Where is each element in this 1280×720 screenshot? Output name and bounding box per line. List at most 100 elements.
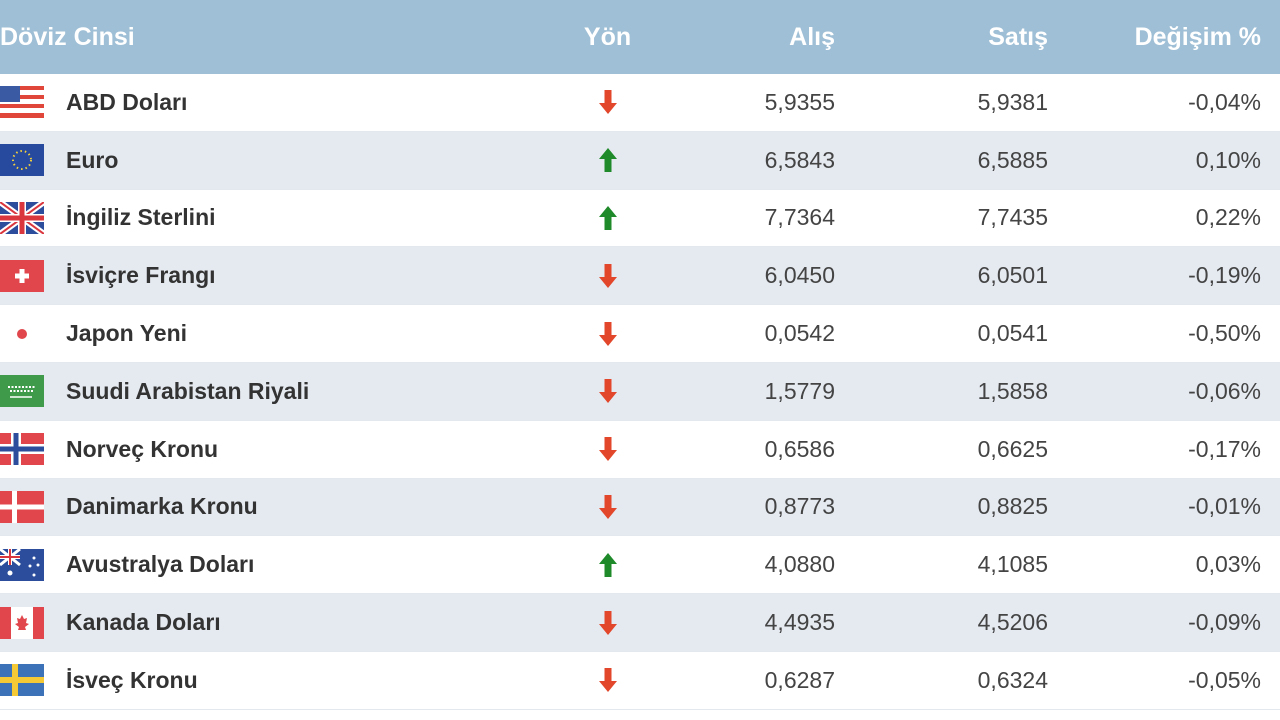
currency-cell: Avustralya Doları — [0, 549, 520, 581]
buy-rate: 0,8773 — [764, 493, 835, 520]
currency-name: İsveç Kronu — [66, 666, 198, 693]
japan-flag-icon — [0, 318, 44, 350]
currency-cell: Kanada Doları — [0, 607, 520, 639]
table-row[interactable]: İsviçre Frangı 6,0450 6,0501 -0,19% — [0, 247, 1280, 306]
currency-name: Avustralya Doları — [66, 551, 255, 578]
buy-rate: 7,7364 — [764, 204, 835, 231]
arrow-down-icon — [597, 610, 619, 636]
change-percent: 0,10% — [1195, 146, 1261, 173]
change-percent: -0,05% — [1188, 666, 1261, 693]
sweden-flag-icon — [0, 664, 44, 696]
currency-cell: İngiliz Sterlini — [0, 202, 520, 234]
us-flag-icon — [0, 86, 44, 118]
change-percent: -0,19% — [1188, 262, 1261, 289]
change-percent: 0,22% — [1195, 204, 1261, 231]
norway-flag-icon — [0, 433, 44, 465]
table-row[interactable]: Euro 6,5843 6,5885 0,10% — [0, 131, 1280, 190]
currency-cell: Euro — [0, 144, 520, 176]
arrow-down-icon — [597, 263, 619, 289]
currency-cell: Danimarka Kronu — [0, 491, 520, 523]
column-header-change[interactable]: Değişim % — [1048, 23, 1261, 52]
direction-cell — [520, 205, 695, 231]
table-body: ABD Doları 5,9355 5,9381 -0,04% Euro 6,5… — [0, 74, 1280, 710]
change-percent: -0,01% — [1188, 493, 1261, 520]
currency-cell: ABD Doları — [0, 86, 520, 118]
arrow-up-icon — [597, 205, 619, 231]
sell-rate: 4,1085 — [977, 551, 1048, 578]
table-row[interactable]: Danimarka Kronu 0,8773 0,8825 -0,01% — [0, 478, 1280, 537]
direction-cell — [520, 667, 695, 693]
sell-rate: 0,6625 — [977, 435, 1048, 462]
currency-cell: İsviçre Frangı — [0, 260, 520, 292]
column-header-direction[interactable]: Yön — [520, 23, 695, 52]
direction-cell — [520, 321, 695, 347]
currency-table: Döviz Cinsi Yön Alış Satış Değişim % ABD… — [0, 0, 1280, 710]
denmark-flag-icon — [0, 491, 44, 523]
buy-rate: 0,6586 — [764, 435, 835, 462]
sell-rate: 0,0541 — [977, 320, 1048, 347]
direction-cell — [520, 89, 695, 115]
table-row[interactable]: Japon Yeni 0,0542 0,0541 -0,50% — [0, 305, 1280, 363]
sell-rate: 0,8825 — [977, 493, 1048, 520]
sell-rate: 0,6324 — [977, 666, 1048, 693]
table-row[interactable]: Suudi Arabistan Riyali 1,5779 1,5858 -0,… — [0, 362, 1280, 421]
currency-cell: Norveç Kronu — [0, 433, 520, 465]
currency-name: Norveç Kronu — [66, 435, 219, 462]
direction-cell — [520, 610, 695, 636]
saudi-flag-icon — [0, 375, 44, 407]
currency-name: ABD Doları — [66, 88, 188, 115]
arrow-up-icon — [597, 147, 619, 173]
direction-cell — [520, 378, 695, 404]
buy-rate: 6,5843 — [764, 146, 835, 173]
table-row[interactable]: Kanada Doları 4,4935 4,5206 -0,09% — [0, 594, 1280, 652]
buy-rate: 5,9355 — [764, 88, 835, 115]
column-header-buy[interactable]: Alış — [695, 23, 835, 52]
table-header: Döviz Cinsi Yön Alış Satış Değişim % — [0, 0, 1280, 74]
currency-cell: İsveç Kronu — [0, 664, 520, 696]
buy-rate: 1,5779 — [764, 377, 835, 404]
sell-rate: 6,5885 — [977, 146, 1048, 173]
buy-rate: 0,0542 — [764, 320, 835, 347]
arrow-down-icon — [597, 89, 619, 115]
currency-cell: Suudi Arabistan Riyali — [0, 375, 520, 407]
change-percent: -0,04% — [1188, 88, 1261, 115]
table-row[interactable]: Avustralya Doları 4,0880 4,1085 0,03% — [0, 536, 1280, 595]
currency-name: İngiliz Sterlini — [66, 204, 216, 231]
table-row[interactable]: İsveç Kronu 0,6287 0,6324 -0,05% — [0, 652, 1280, 710]
swiss-flag-icon — [0, 260, 44, 292]
currency-name: İsviçre Frangı — [66, 262, 216, 289]
buy-rate: 0,6287 — [764, 666, 835, 693]
column-header-sell[interactable]: Satış — [835, 23, 1048, 52]
direction-cell — [520, 494, 695, 520]
uk-flag-icon — [0, 202, 44, 234]
buy-rate: 4,0880 — [764, 551, 835, 578]
currency-cell: Japon Yeni — [0, 318, 520, 350]
sell-rate: 1,5858 — [977, 377, 1048, 404]
direction-cell — [520, 436, 695, 462]
sell-rate: 6,0501 — [977, 262, 1048, 289]
change-percent: -0,50% — [1188, 320, 1261, 347]
table-row[interactable]: İngiliz Sterlini 7,7364 7,7435 0,22% — [0, 190, 1280, 248]
arrow-down-icon — [597, 321, 619, 347]
currency-name: Suudi Arabistan Riyali — [66, 377, 310, 404]
direction-cell — [520, 263, 695, 289]
direction-cell — [520, 552, 695, 578]
arrow-up-icon — [597, 552, 619, 578]
arrow-down-icon — [597, 494, 619, 520]
table-row[interactable]: Norveç Kronu 0,6586 0,6625 -0,17% — [0, 421, 1280, 479]
arrow-down-icon — [597, 667, 619, 693]
currency-name: Euro — [66, 146, 119, 173]
australia-flag-icon — [0, 549, 44, 581]
eu-flag-icon — [0, 144, 44, 176]
change-percent: -0,17% — [1188, 435, 1261, 462]
currency-name: Japon Yeni — [66, 320, 188, 347]
table-row[interactable]: ABD Doları 5,9355 5,9381 -0,04% — [0, 74, 1280, 132]
currency-name: Danimarka Kronu — [66, 493, 258, 520]
buy-rate: 6,0450 — [764, 262, 835, 289]
sell-rate: 5,9381 — [977, 88, 1048, 115]
direction-cell — [520, 147, 695, 173]
column-header-currency[interactable]: Döviz Cinsi — [0, 23, 520, 52]
arrow-down-icon — [597, 436, 619, 462]
change-percent: -0,09% — [1188, 609, 1261, 636]
arrow-down-icon — [597, 378, 619, 404]
